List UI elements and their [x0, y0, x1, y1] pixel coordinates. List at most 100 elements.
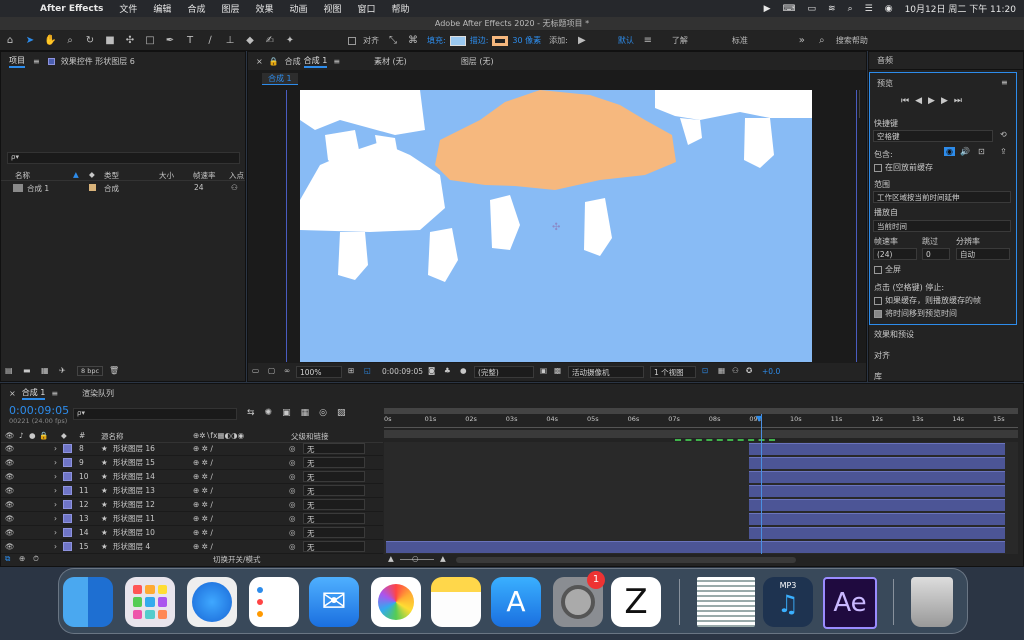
delete-icon[interactable]: 🗑: [109, 366, 119, 375]
pen-tool-icon[interactable]: ✒: [164, 35, 176, 46]
resolution-dropdown[interactable]: 自动: [956, 248, 1010, 260]
layer-label-swatch[interactable]: [63, 514, 72, 523]
layer-label-swatch[interactable]: [63, 542, 72, 551]
finder-icon[interactable]: [63, 577, 113, 627]
label-column-icon[interactable]: ◆: [61, 431, 67, 440]
frame-blend-icon[interactable]: ▦: [301, 408, 320, 418]
close-tab-icon[interactable]: ×: [256, 57, 263, 66]
play-from-dropdown[interactable]: 当前时间: [873, 220, 1011, 232]
cache-option[interactable]: 在回放前缓存: [874, 162, 933, 173]
draft-3d-icon[interactable]: ✺: [265, 408, 283, 418]
include-video-icon[interactable]: ◉: [944, 147, 955, 156]
render-queue-icon[interactable]: ✈: [59, 366, 66, 375]
stroke-label[interactable]: 描边:: [470, 35, 489, 46]
layer-row[interactable]: 👁 › 14 ★ 形状图层 10 ⊕ ✲ ∕ ◎ 无: [1, 526, 383, 540]
zoom-in-icon[interactable]: ▲: [440, 554, 446, 563]
pickwhip-icon[interactable]: ◎: [289, 486, 296, 495]
eye-icon[interactable]: 👁: [5, 500, 15, 509]
app-menu[interactable]: After Effects: [40, 4, 103, 14]
layer-switches-icon[interactable]: ⊕ ✲ ∕: [193, 444, 213, 453]
eye-icon[interactable]: 👁: [5, 542, 15, 551]
camera-dropdown[interactable]: 活动摄像机: [568, 366, 644, 378]
layer-duration-bar[interactable]: [749, 471, 1005, 483]
menu-edit[interactable]: 编辑: [153, 2, 171, 15]
comp-mini-flowchart-icon[interactable]: ⇆: [247, 408, 265, 418]
timeline-toggle-icon[interactable]: ▦: [718, 366, 725, 375]
layer-label-swatch[interactable]: [63, 458, 72, 467]
pickwhip-icon[interactable]: ◎: [289, 514, 296, 523]
motion-blur-icon[interactable]: ◎: [319, 408, 337, 418]
parent-dropdown[interactable]: 无: [303, 485, 365, 496]
shortcut-dropdown[interactable]: 空格键: [873, 130, 993, 142]
snap-checkbox[interactable]: [348, 36, 356, 45]
tab-align[interactable]: 对齐: [874, 350, 890, 361]
lock-toggle-icon[interactable]: 🔒: [39, 431, 48, 440]
selection-tool-icon[interactable]: ➤: [24, 35, 36, 46]
layer-duration-bar[interactable]: [749, 499, 1005, 511]
zbrush-icon[interactable]: Z: [611, 577, 661, 627]
pickwhip-icon[interactable]: ◎: [289, 542, 296, 551]
composition-canvas[interactable]: ✣: [300, 90, 812, 362]
close-timeline-icon[interactable]: ×: [9, 389, 16, 398]
viewer-menu-icon[interactable]: ≡: [333, 57, 340, 66]
music-converter-icon[interactable]: MP3 ♫: [763, 577, 813, 627]
sort-up-icon[interactable]: ▲: [73, 170, 79, 179]
siri-icon[interactable]: ◉: [885, 4, 893, 14]
layer-label-swatch[interactable]: [63, 500, 72, 509]
tab-preview[interactable]: 预览: [877, 78, 893, 89]
layer-row[interactable]: 👁 › 12 ★ 形状图层 12 ⊕ ✲ ∕ ◎ 无: [1, 498, 383, 512]
control-center-icon[interactable]: ☰: [865, 4, 873, 14]
resolution-icon[interactable]: ⊞: [348, 366, 354, 375]
layer-name[interactable]: 形状图层 12: [113, 499, 155, 510]
layer-duration-bar[interactable]: [749, 457, 1005, 469]
render-time-icon[interactable]: ⏱: [33, 554, 39, 564]
rectangle-tool-icon[interactable]: □: [144, 35, 156, 46]
exposure-value[interactable]: +0.0: [762, 367, 780, 376]
eraser-tool-icon[interactable]: ◆: [244, 35, 256, 46]
new-folder-icon[interactable]: ▬: [23, 366, 31, 375]
menu-animation[interactable]: 动画: [289, 2, 307, 15]
prev-frame-icon[interactable]: ◀: [915, 96, 928, 106]
layer-name[interactable]: 形状图层 11: [113, 513, 155, 524]
camera-tool-icon[interactable]: ■: [104, 35, 116, 46]
layer-switches-icon[interactable]: ⊕ ✲ ∕: [193, 486, 213, 495]
mail-icon[interactable]: ✉: [309, 577, 359, 627]
expand-arrow-icon[interactable]: ›: [54, 458, 57, 467]
new-comp-icon[interactable]: ▦: [41, 366, 49, 375]
layer-name[interactable]: 形状图层 16: [113, 443, 155, 454]
eye-icon[interactable]: 👁: [5, 458, 15, 467]
label-tag-icon[interactable]: ◆: [89, 170, 95, 179]
toggle-transparency-icon[interactable]: ▩: [554, 366, 561, 375]
last-frame-icon[interactable]: ⏭: [954, 96, 968, 106]
mask-visibility-icon[interactable]: ∞: [284, 366, 290, 375]
puppet-tool-icon[interactable]: ✦: [284, 35, 296, 46]
pickwhip-icon[interactable]: ◎: [289, 528, 296, 537]
next-frame-icon[interactable]: ▶: [941, 96, 954, 106]
guide-line-right[interactable]: [856, 90, 857, 362]
photos-icon[interactable]: [371, 577, 421, 627]
viewer-timecode[interactable]: 0:00:09:05: [382, 367, 423, 376]
snapshot-icon[interactable]: ◙: [428, 366, 435, 375]
tab-timeline-comp[interactable]: 合成 1: [21, 387, 46, 400]
playhead-icon[interactable]: ▼: [756, 414, 762, 423]
brush-tool-icon[interactable]: ∕: [204, 35, 216, 46]
expand-arrow-icon[interactable]: ›: [54, 486, 57, 495]
toggle-switches-modes[interactable]: 切换开关/模式: [213, 554, 261, 565]
reminders-icon[interactable]: [249, 577, 299, 627]
layer-row[interactable]: 👁 › 11 ★ 形状图层 13 ⊕ ✲ ∕ ◎ 无: [1, 484, 383, 498]
parent-dropdown[interactable]: 无: [303, 471, 365, 482]
reset-exposure-icon[interactable]: ✪: [746, 366, 752, 375]
preview-menu-icon[interactable]: ≡: [1001, 78, 1008, 87]
tab-project[interactable]: 项目: [9, 55, 25, 68]
lock-icon[interactable]: 🔒: [269, 57, 279, 66]
layer-duration-bar[interactable]: [749, 443, 1005, 455]
pan-behind-tool-icon[interactable]: ✣: [124, 35, 136, 46]
fill-label[interactable]: 填充:: [427, 35, 446, 46]
fill-swatch[interactable]: [449, 35, 466, 46]
layer-switches-icon[interactable]: ⊕ ✲ ∕: [193, 514, 213, 523]
col-parent[interactable]: 父级和链接: [291, 431, 329, 442]
col-name[interactable]: 名称: [15, 170, 30, 181]
clone-stamp-tool-icon[interactable]: ⊥: [224, 35, 236, 46]
fullscreen-option[interactable]: 全屏: [874, 264, 901, 275]
layer-duration-bar[interactable]: [749, 485, 1005, 497]
